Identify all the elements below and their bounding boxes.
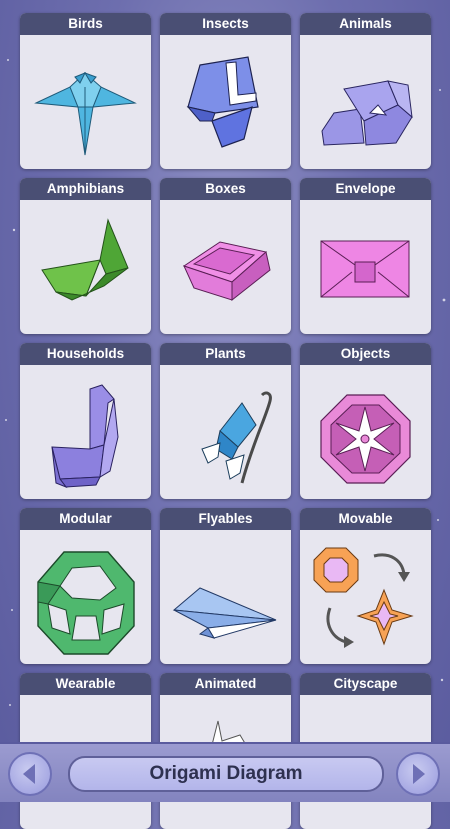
dog-origami-icon xyxy=(321,80,413,146)
category-label: Flyables xyxy=(160,508,291,530)
paper-plane-origami-icon xyxy=(172,587,277,639)
previous-button[interactable] xyxy=(8,752,52,796)
category-label: Cityscape xyxy=(300,673,431,695)
category-card-envelope[interactable]: Envelope xyxy=(300,178,431,334)
star-medallion-origami-icon xyxy=(320,394,411,484)
flower-origami-icon xyxy=(201,391,272,484)
category-card-birds[interactable]: Birds xyxy=(20,13,151,169)
next-button[interactable] xyxy=(396,752,440,796)
category-label: Envelope xyxy=(300,178,431,200)
insect-origami-icon xyxy=(186,56,259,148)
category-card-animals[interactable]: Animals xyxy=(300,13,431,169)
category-label: Birds xyxy=(20,13,151,35)
category-card-insects[interactable]: Insects xyxy=(160,13,291,169)
category-card-movable[interactable]: Movable xyxy=(300,508,431,664)
arrow-right-icon xyxy=(413,764,425,784)
category-label: Modular xyxy=(20,508,151,530)
category-label: Insects xyxy=(160,13,291,35)
category-label: Wearable xyxy=(20,673,151,695)
bird-origami-icon xyxy=(34,72,137,156)
category-card-objects[interactable]: Objects xyxy=(300,343,431,499)
category-label: Boxes xyxy=(160,178,291,200)
category-card-households[interactable]: Households xyxy=(20,343,151,499)
category-label: Movable xyxy=(300,508,431,530)
category-card-flyables[interactable]: Flyables xyxy=(160,508,291,664)
category-card-boxes[interactable]: Boxes xyxy=(160,178,291,334)
bottom-navigation-bar: Origami Diagram xyxy=(0,742,450,802)
category-label: Amphibians xyxy=(20,178,151,200)
frog-origami-icon xyxy=(41,218,129,301)
pinwheel-transform-origami-icon xyxy=(313,547,414,648)
category-card-amphibians[interactable]: Amphibians xyxy=(20,178,151,334)
app-title: Origami Diagram xyxy=(68,756,384,792)
category-card-plants[interactable]: Plants xyxy=(160,343,291,499)
arrow-left-icon xyxy=(23,764,35,784)
category-label: Plants xyxy=(160,343,291,365)
modular-ball-origami-icon xyxy=(37,551,135,655)
category-grid: Birds Insects Animals Amphibians Boxes E… xyxy=(20,13,431,829)
chair-origami-icon xyxy=(51,384,119,489)
category-label: Animals xyxy=(300,13,431,35)
box-origami-icon xyxy=(182,241,271,302)
category-label: Households xyxy=(20,343,151,365)
category-label: Animated xyxy=(160,673,291,695)
category-label: Objects xyxy=(300,343,431,365)
envelope-origami-icon xyxy=(320,240,410,298)
category-card-modular[interactable]: Modular xyxy=(20,508,151,664)
